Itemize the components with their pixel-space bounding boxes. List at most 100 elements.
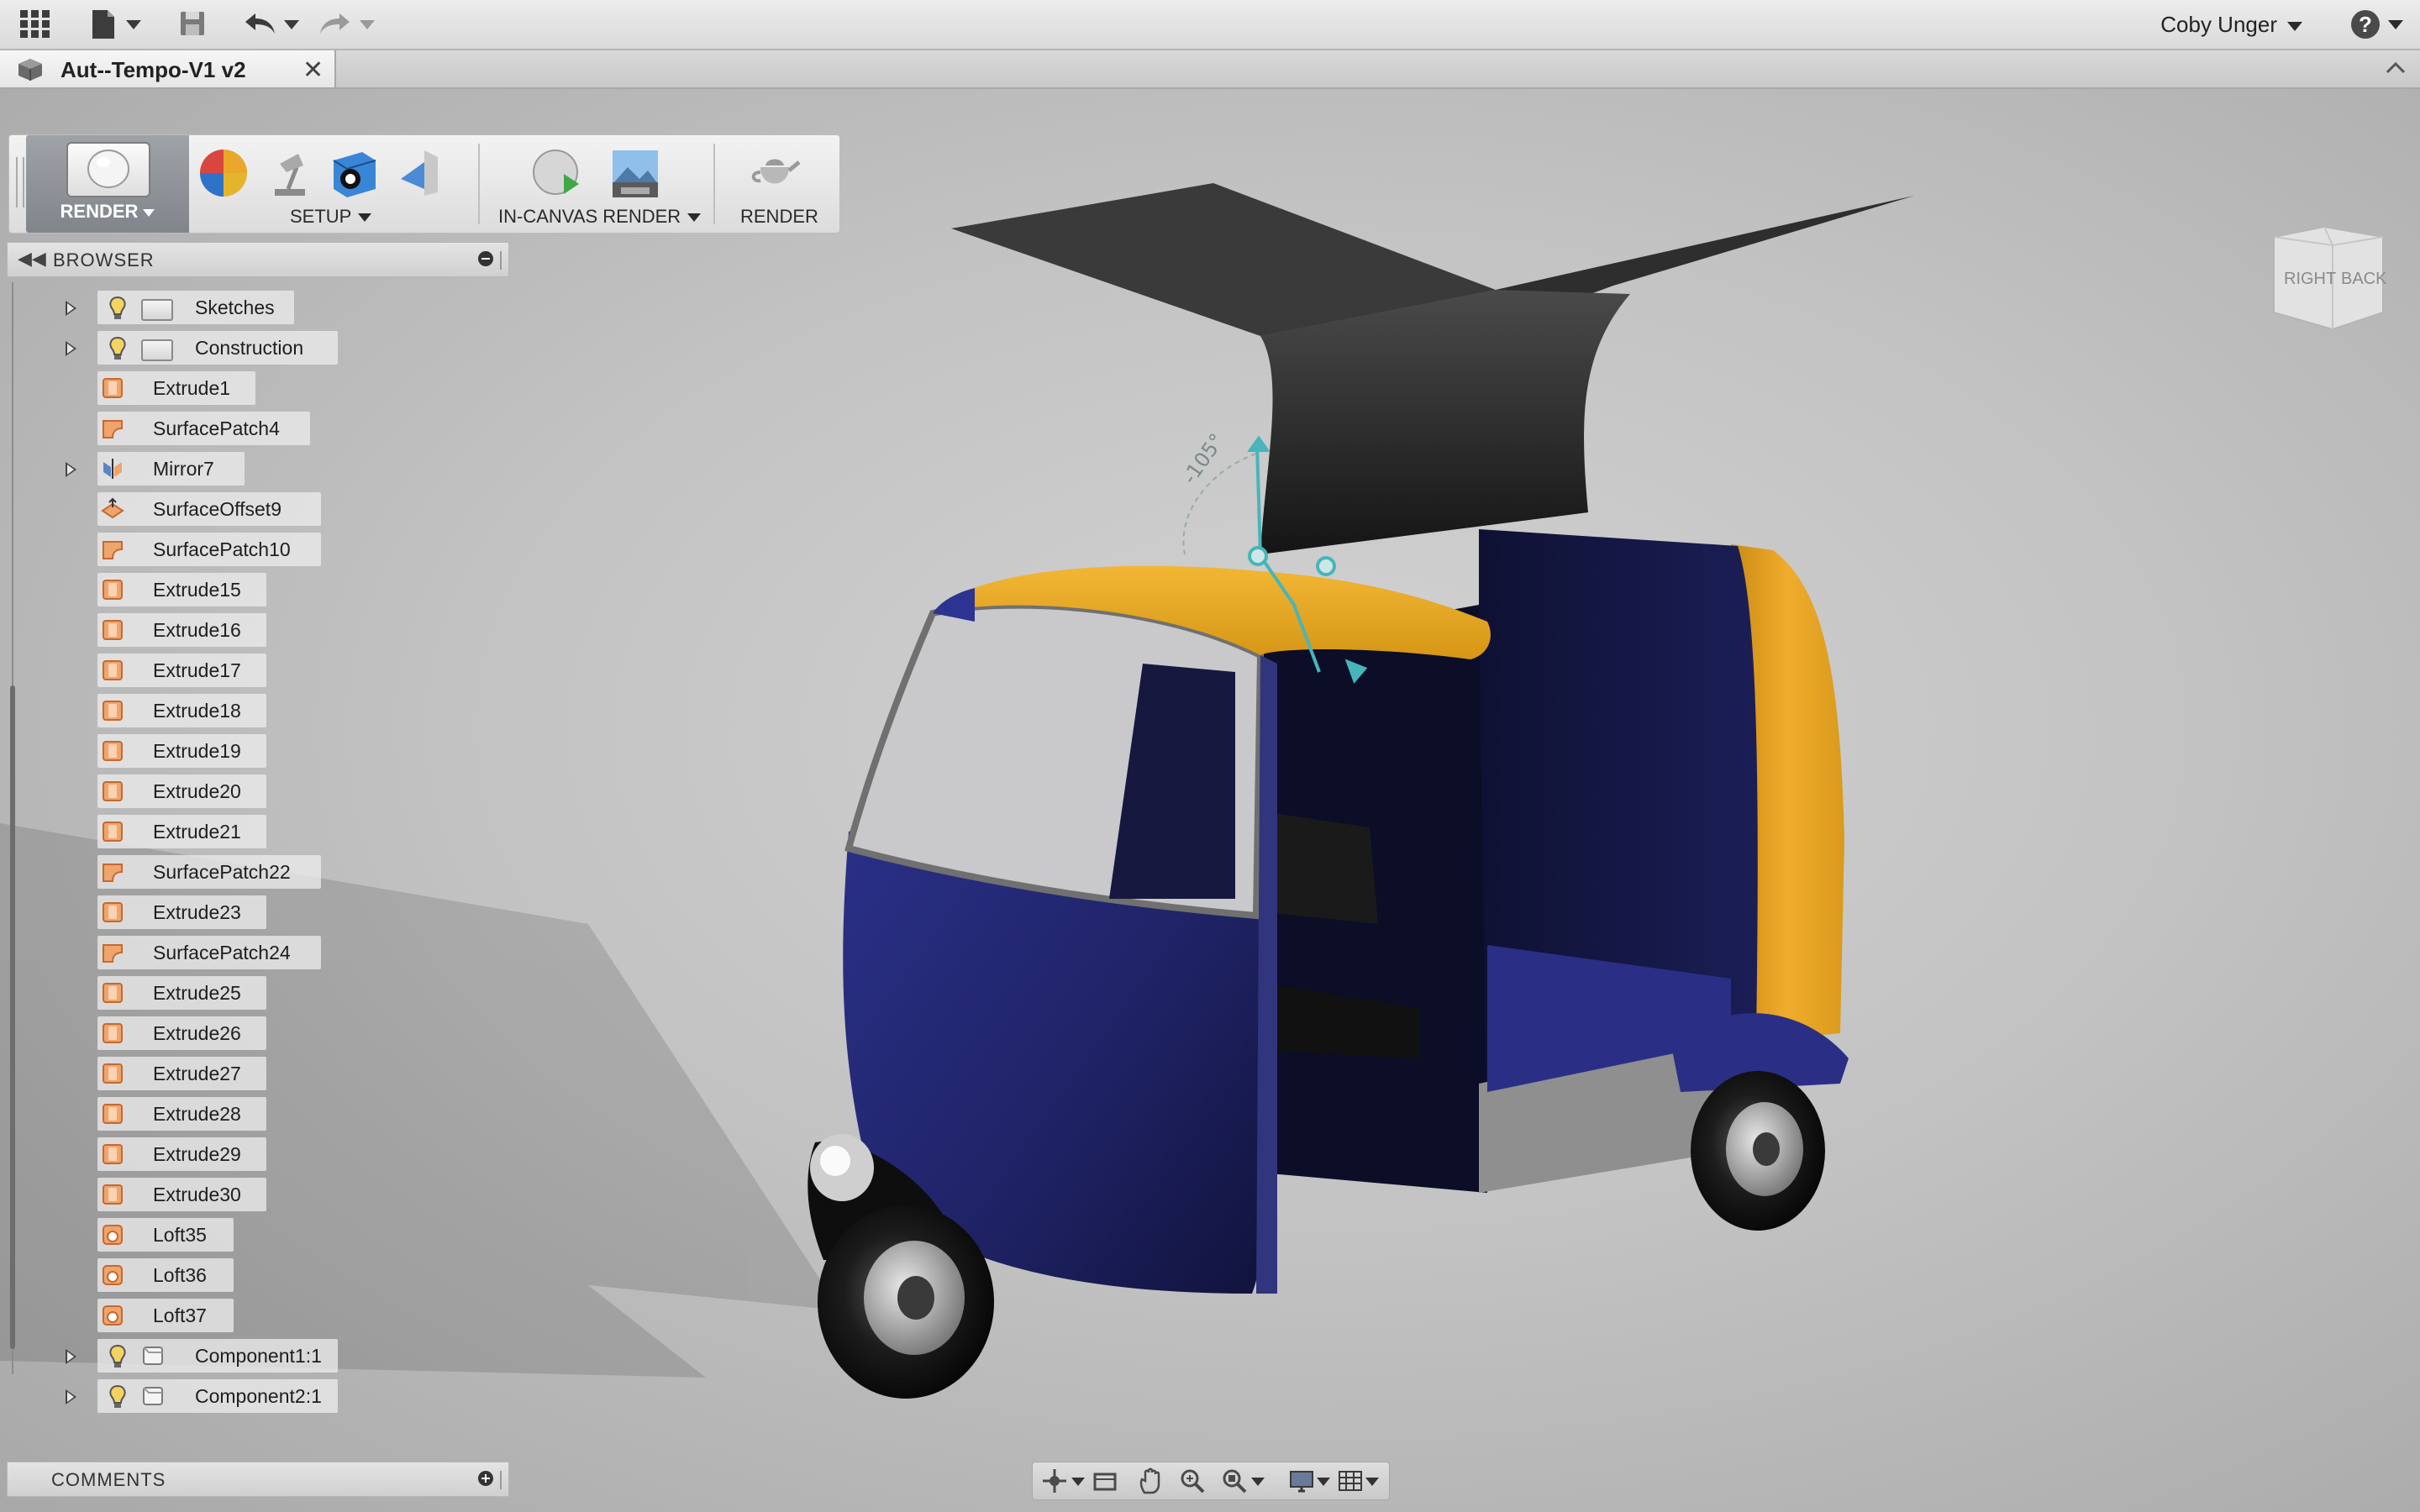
viewcube-right-face[interactable]: RIGHT xyxy=(2284,270,2336,288)
display-settings-icon[interactable] xyxy=(1288,1467,1315,1499)
orbit-chevron-icon[interactable] xyxy=(1071,1478,1085,1486)
browser-node[interactable]: Loft37 xyxy=(0,1299,504,1332)
setup-group[interactable]: SETUP xyxy=(290,206,372,228)
browser-node[interactable]: Component1:1 xyxy=(0,1339,504,1373)
help-icon[interactable]: ? xyxy=(2351,10,2380,39)
help-menu-chevron-icon[interactable] xyxy=(2388,20,2403,29)
expand-triangle-icon[interactable] xyxy=(66,1349,76,1364)
browser-node[interactable]: Extrude26 xyxy=(0,1016,504,1050)
decal-tool[interactable] xyxy=(391,145,446,205)
undo-icon[interactable] xyxy=(244,8,277,40)
display-settings-chevron-icon[interactable] xyxy=(1317,1478,1330,1486)
render-workspace-icon xyxy=(66,142,150,197)
workspace-switcher[interactable]: RENDER xyxy=(26,135,189,233)
look-at-icon[interactable] xyxy=(1092,1467,1118,1499)
file-menu-chevron-icon[interactable] xyxy=(126,20,141,29)
browser-node[interactable]: Loft35 xyxy=(0,1218,504,1252)
expand-triangle-icon[interactable] xyxy=(66,341,76,356)
expand-triangle-icon[interactable] xyxy=(66,462,76,477)
redo-history-chevron-icon[interactable] xyxy=(360,20,375,29)
browser-node[interactable]: SurfaceOffset9 xyxy=(0,492,504,526)
grid-settings-icon[interactable] xyxy=(1337,1467,1364,1499)
toolbar-divider xyxy=(713,144,715,224)
browser-node[interactable]: Sketches xyxy=(0,291,504,324)
browser-node[interactable]: Extrude18 xyxy=(0,694,504,727)
collapse-chevron-up-icon[interactable] xyxy=(2383,55,2408,85)
browser-node[interactable]: Extrude27 xyxy=(0,1057,504,1090)
browser-node[interactable]: Extrude19 xyxy=(0,734,504,768)
visibility-bulb-icon[interactable] xyxy=(108,1384,128,1414)
zoom-icon[interactable] xyxy=(1179,1467,1206,1499)
browser-node[interactable]: Component2:1 xyxy=(0,1379,504,1413)
browser-node[interactable]: SurfacePatch24 xyxy=(0,936,504,969)
scene-settings-tool[interactable] xyxy=(263,145,318,205)
browser-node-label: Extrude28 xyxy=(153,1103,241,1125)
browser-node[interactable]: Extrude23 xyxy=(0,895,504,929)
user-menu[interactable]: Coby Unger xyxy=(2160,12,2302,38)
folder-icon xyxy=(141,339,173,361)
close-tab-icon[interactable]: ✕ xyxy=(302,55,324,85)
redo-icon[interactable] xyxy=(318,8,351,40)
browser-node[interactable]: Construction xyxy=(0,331,504,365)
browser-node[interactable]: Extrude25 xyxy=(0,976,504,1010)
zoom-chevron-icon[interactable] xyxy=(1251,1478,1265,1486)
collapse-panel-icon[interactable] xyxy=(478,251,493,266)
visibility-bulb-icon[interactable] xyxy=(108,1344,128,1373)
panel-grip-handle[interactable] xyxy=(500,251,505,270)
appearance-tool[interactable] xyxy=(196,145,251,205)
browser-node-label: SurfacePatch10 xyxy=(153,538,291,560)
design-document-icon xyxy=(15,57,45,87)
app-grid-icon[interactable] xyxy=(18,8,52,40)
panel-grip-handle[interactable] xyxy=(500,1471,505,1489)
collapse-browser-icon[interactable]: ◀◀ xyxy=(18,248,46,270)
browser-node[interactable]: Extrude29 xyxy=(0,1137,504,1171)
browser-node[interactable]: Extrude15 xyxy=(0,573,504,606)
toolbar-grip-handle[interactable] xyxy=(16,157,24,207)
expand-triangle-icon[interactable] xyxy=(66,1389,76,1404)
render-group[interactable]: RENDER xyxy=(740,206,818,228)
expand-triangle-icon[interactable] xyxy=(66,301,76,316)
render-tool[interactable] xyxy=(747,145,802,205)
undo-history-chevron-icon[interactable] xyxy=(284,20,299,29)
browser-node[interactable]: Mirror7 xyxy=(0,452,504,486)
in-canvas-render-tool[interactable] xyxy=(530,145,586,205)
grid-settings-chevron-icon[interactable] xyxy=(1365,1478,1379,1486)
browser-node[interactable]: Extrude21 xyxy=(0,815,504,848)
save-icon[interactable] xyxy=(178,8,207,40)
browser-node[interactable]: Loft36 xyxy=(0,1258,504,1292)
browser-node[interactable]: SurfacePatch4 xyxy=(0,412,504,445)
extrude-feature-icon xyxy=(101,739,124,763)
pan-hand-icon[interactable] xyxy=(1137,1467,1164,1499)
application-bar: Coby Unger ? xyxy=(0,0,2420,50)
browser-node[interactable]: SurfacePatch22 xyxy=(0,855,504,889)
browser-node[interactable]: SurfacePatch10 xyxy=(0,533,504,566)
visibility-bulb-icon[interactable] xyxy=(108,296,128,325)
loft-feature-icon xyxy=(101,1304,124,1327)
user-menu-chevron-icon xyxy=(2287,21,2302,31)
viewcube-back-face[interactable]: BACK xyxy=(2341,270,2387,288)
browser-node[interactable]: Extrude28 xyxy=(0,1097,504,1131)
visibility-bulb-icon[interactable] xyxy=(108,336,128,365)
browser-node[interactable]: Extrude30 xyxy=(0,1178,504,1211)
browser-panel-header[interactable]: ◀◀ BROWSER xyxy=(7,242,509,277)
orbit-icon[interactable] xyxy=(1041,1467,1068,1499)
add-comment-icon[interactable] xyxy=(478,1471,493,1486)
document-tab[interactable]: Aut--Tempo-V1 v2 ✕ xyxy=(0,50,336,87)
offset-feature-icon xyxy=(101,497,124,521)
in-canvas-render-group[interactable]: IN-CANVAS RENDER xyxy=(498,206,702,228)
texture-map-tool[interactable] xyxy=(327,145,382,205)
extrude-feature-icon xyxy=(101,659,124,682)
browser-node-label: Extrude29 xyxy=(153,1143,241,1165)
file-icon[interactable] xyxy=(89,8,118,40)
view-cube[interactable]: RIGHT BACK xyxy=(2265,220,2391,342)
browser-node[interactable]: Extrude1 xyxy=(0,371,504,405)
browser-node-label: Extrude25 xyxy=(153,982,241,1004)
browser-node[interactable]: Extrude20 xyxy=(0,774,504,808)
loft-feature-icon xyxy=(101,1263,124,1287)
browser-node[interactable]: Extrude17 xyxy=(0,654,504,687)
capture-image-tool[interactable] xyxy=(608,145,663,205)
patch-feature-icon xyxy=(101,538,124,561)
comments-panel-header[interactable]: COMMENTS xyxy=(7,1462,509,1497)
fit-zoom-icon[interactable] xyxy=(1221,1467,1248,1499)
browser-node[interactable]: Extrude16 xyxy=(0,613,504,647)
